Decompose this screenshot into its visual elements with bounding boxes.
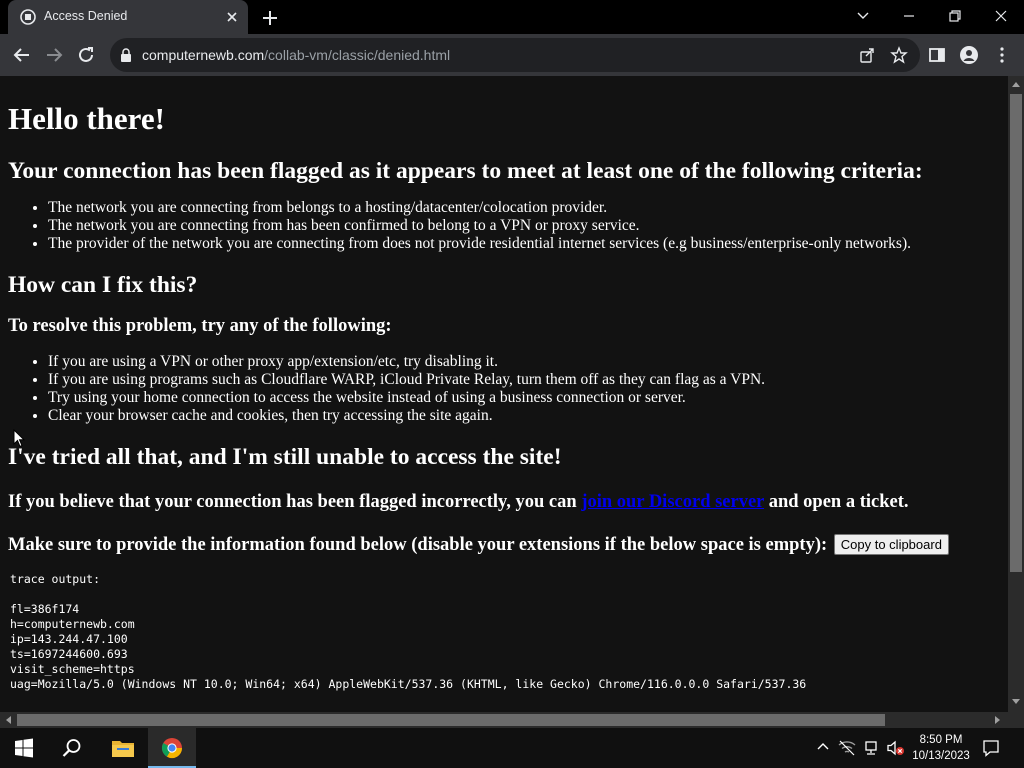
profile-icon[interactable] (955, 41, 983, 69)
trace-line: ip=143.244.47.100 (10, 631, 128, 646)
vertical-scroll-thumb[interactable] (1010, 94, 1022, 572)
share-icon[interactable] (858, 46, 876, 69)
lock-icon[interactable] (120, 48, 132, 67)
forward-arrow-icon[interactable] (40, 41, 68, 69)
list-item: The network you are connecting from has … (48, 217, 1000, 235)
back-arrow-icon[interactable] (8, 41, 36, 69)
list-item: If you are using programs such as Cloudf… (48, 371, 1000, 389)
tab-title: Access Denied (44, 9, 128, 23)
scroll-right-icon[interactable] (995, 716, 1001, 724)
speaker-muted-icon[interactable] (886, 740, 906, 756)
address-bar[interactable]: computernewb.com/collab-vm/classic/denie… (110, 38, 920, 72)
kebab-menu-icon[interactable] (988, 41, 1016, 69)
reload-icon[interactable] (72, 41, 100, 69)
believe-suffix: and open a ticket. (764, 492, 909, 513)
windows-start-icon[interactable] (0, 728, 48, 768)
trace-line: fl=386f174 (10, 601, 80, 616)
side-panel-icon[interactable] (923, 41, 951, 69)
page-content: Hello there! Your connection has been fl… (0, 76, 1008, 692)
url-text: computernewb.com/collab-vm/classic/denie… (142, 47, 450, 63)
browser-toolbar: computernewb.com/collab-vm/classic/denie… (0, 34, 1024, 76)
believe-paragraph: If you believe that your connection has … (8, 491, 1000, 513)
provide-text: Make sure to provide the information fou… (8, 534, 832, 555)
horizontal-scroll-thumb[interactable] (17, 714, 885, 726)
fixes-list: If you are using a VPN or other proxy ap… (48, 353, 1000, 425)
clock-time: 8:50 PM (919, 734, 963, 746)
file-explorer-icon[interactable] (98, 728, 146, 768)
chrome-icon[interactable] (148, 728, 196, 768)
plus-icon[interactable] (258, 6, 282, 30)
horizontal-scrollbar[interactable] (0, 712, 1008, 728)
restore-icon[interactable] (932, 2, 978, 30)
trace-line: h=computernewb.com (10, 616, 135, 631)
page-title: Hello there! (8, 101, 165, 136)
trace-line: uag=Mozilla/5.0 (Windows NT 10.0; Win64;… (10, 676, 807, 691)
chevron-up-icon[interactable] (816, 740, 830, 754)
app-favicon-icon (20, 9, 36, 25)
page-viewport: Hello there! Your connection has been fl… (0, 76, 1008, 712)
list-item: The network you are connecting from belo… (48, 199, 1000, 217)
tried-heading: I've tried all that, and I'm still unabl… (8, 444, 562, 471)
trace-line: trace output: (10, 571, 101, 586)
trace-line: visit_scheme=https (10, 661, 135, 676)
scrollbar-corner (1008, 712, 1024, 728)
scroll-down-icon[interactable] (1012, 699, 1020, 705)
discord-link[interactable]: join our Discord server (581, 492, 764, 512)
system-clock[interactable]: 8:50 PM 10/13/2023 (906, 732, 976, 764)
list-item: Clear your browser cache and cookies, th… (48, 407, 1000, 425)
list-item: If you are using a VPN or other proxy ap… (48, 353, 1000, 371)
title-bar: Access Denied (0, 0, 1024, 34)
window-close-icon[interactable] (978, 2, 1024, 30)
provide-paragraph: Make sure to provide the information fou… (8, 533, 1000, 556)
criteria-heading: Your connection has been flagged as it a… (8, 157, 923, 184)
clock-date: 10/13/2023 (912, 750, 970, 762)
minimize-icon[interactable] (886, 2, 932, 30)
copy-to-clipboard-button[interactable]: Copy to clipboard (833, 533, 949, 555)
criteria-list: The network you are connecting from belo… (48, 199, 1000, 253)
mouse-cursor-icon (13, 429, 25, 448)
search-icon[interactable] (48, 728, 96, 768)
resolve-heading: To resolve this problem, try any of the … (8, 316, 392, 337)
active-tab[interactable]: Access Denied (8, 0, 248, 34)
list-item: Try using your home connection to access… (48, 389, 1000, 407)
chevron-down-icon[interactable] (840, 2, 886, 30)
notification-icon[interactable] (982, 739, 1000, 757)
close-icon[interactable] (224, 9, 240, 25)
url-domain: computernewb.com (142, 47, 265, 63)
believe-prefix: If you believe that your connection has … (8, 492, 582, 513)
network-icon[interactable] (838, 740, 856, 756)
taskbar: 8:50 PM 10/13/2023 (0, 728, 1024, 768)
fix-heading: How can I fix this? (8, 271, 198, 298)
url-path: /collab-vm/classic/denied.html (264, 47, 451, 63)
star-icon[interactable] (890, 46, 908, 69)
vertical-scrollbar[interactable] (1008, 76, 1024, 712)
scroll-up-icon[interactable] (1012, 81, 1020, 87)
trace-line: ts=1697244600.693 (10, 646, 128, 661)
trace-output[interactable]: trace output: fl=386f174 h=computernewb.… (10, 572, 1000, 692)
scroll-left-icon[interactable] (5, 716, 11, 724)
list-item: The provider of the network you are conn… (48, 235, 1000, 253)
network-icon[interactable] (862, 740, 880, 756)
